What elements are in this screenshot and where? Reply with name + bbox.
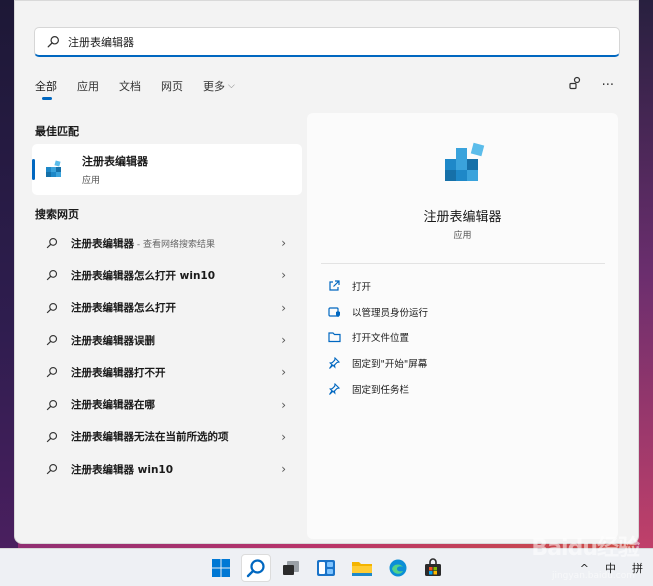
detail-app-name: 注册表编辑器 [423, 210, 502, 225]
registry-editor-icon [46, 159, 61, 177]
web-result-1[interactable]: 注册表编辑器怎么打开 win10 › [32, 259, 302, 291]
best-match-type: 应用 [82, 176, 101, 186]
chevron-right-icon: › [281, 397, 286, 412]
chevron-right-icon: › [281, 300, 286, 315]
store-icon[interactable] [418, 554, 448, 582]
search-input[interactable] [68, 35, 588, 48]
tab-more-label: 更多 [203, 80, 225, 93]
best-match-heading: 最佳匹配 [35, 125, 79, 138]
tab-more[interactable]: 更多 ⌵ [203, 78, 235, 94]
action-pin-to-start[interactable]: 固定到"开始"屏幕 [327, 350, 428, 376]
action-pin-to-taskbar[interactable]: 固定到任务栏 [327, 376, 428, 402]
chevron-right-icon: › [281, 268, 286, 283]
top-right-icons: ··· [568, 76, 614, 94]
tab-web[interactable]: 网页 [161, 78, 183, 94]
search-tabs: 全部 应用 文档 网页 更多 ⌵ [35, 78, 255, 100]
windows-start-icon[interactable] [206, 554, 236, 582]
web-result-6-text: 注册表编辑器无法在当前所选的项 [71, 431, 229, 444]
chevron-down-icon: ⌵ [228, 81, 235, 91]
action-open[interactable]: 打开 [327, 273, 428, 299]
search-icon [47, 36, 59, 48]
watermark-logo: Baidu经验 [531, 536, 640, 561]
start-search-panel: 全部 应用 文档 网页 更多 ⌵ ··· 最佳匹配 注册表编辑器 应用 搜索网页 [14, 0, 639, 544]
web-result-text: 注册表编辑器 - 查看网络搜索结果 [71, 236, 215, 251]
edge-icon[interactable] [383, 554, 413, 582]
selection-accent [32, 159, 35, 180]
chevron-right-icon: › [281, 365, 286, 380]
open-icon [327, 279, 341, 293]
search-icon [46, 431, 58, 443]
web-result-1-text: 注册表编辑器怎么打开 win10 [71, 269, 216, 282]
pin-icon [327, 356, 341, 370]
best-match-item[interactable]: 注册表编辑器 应用 [32, 144, 302, 195]
pin-icon [327, 382, 341, 396]
web-result-3-text: 注册表编辑器误删 [71, 334, 155, 347]
web-result-7[interactable]: 注册表编辑器 win10 › [32, 453, 302, 485]
detail-pane: 注册表编辑器 应用 打开 以管理员身份运行 打开文件位置 固定到"开始"屏幕 固… [307, 113, 618, 539]
search-icon [46, 464, 58, 475]
search-icon [46, 367, 58, 378]
web-result-4-text: 注册表编辑器打不开 [71, 366, 166, 379]
tab-apps[interactable]: 应用 [77, 78, 99, 94]
more-icon[interactable]: ··· [602, 78, 614, 93]
search-icon [46, 399, 58, 410]
web-result-7-text: 注册表编辑器 win10 [71, 463, 174, 476]
search-icon[interactable] [241, 554, 271, 582]
search-icon [46, 334, 58, 346]
search-icon [46, 302, 58, 314]
web-result-0[interactable]: 注册表编辑器 - 查看网络搜索结果 › [32, 227, 302, 259]
tab-all[interactable]: 全部 [35, 78, 57, 100]
search-icon [46, 238, 58, 249]
action-pin-to-start-label: 固定到"开始"屏幕 [352, 359, 428, 371]
action-open-file-location[interactable]: 打开文件位置 [327, 325, 428, 351]
task-view-icon[interactable] [276, 554, 306, 582]
chevron-right-icon: › [281, 236, 286, 251]
action-open-file-location-label: 打开文件位置 [352, 333, 410, 345]
web-result-5[interactable]: 注册表编辑器在哪 › [32, 388, 302, 420]
folder-icon [327, 330, 341, 344]
registry-editor-large-icon [445, 142, 485, 181]
action-open-label: 打开 [352, 281, 372, 293]
chevron-right-icon: › [281, 462, 286, 477]
web-result-0-sub: - 查看网络搜索结果 [134, 239, 215, 250]
file-explorer-icon[interactable] [347, 554, 377, 582]
web-search-list: 注册表编辑器 - 查看网络搜索结果 › 注册表编辑器怎么打开 win10 › 注… [32, 227, 302, 485]
action-run-as-admin-label: 以管理员身份运行 [352, 307, 429, 319]
chevron-right-icon: › [281, 429, 286, 444]
detail-divider [321, 263, 605, 264]
web-search-heading: 搜索网页 [35, 208, 79, 221]
web-result-0-text: 注册表编辑器 [71, 237, 134, 250]
action-run-as-admin[interactable]: 以管理员身份运行 [327, 299, 428, 325]
best-match-name: 注册表编辑器 [82, 155, 148, 168]
web-result-4[interactable]: 注册表编辑器打不开 › [32, 356, 302, 388]
watermark-url: jingyan.baidu.com [551, 571, 635, 581]
search-icon [46, 270, 58, 281]
web-result-5-text: 注册表编辑器在哪 [71, 399, 155, 412]
search-box[interactable] [34, 27, 620, 57]
web-result-2[interactable]: 注册表编辑器怎么打开 › [32, 292, 302, 324]
share-icon[interactable] [568, 76, 582, 94]
chevron-right-icon: › [281, 333, 286, 348]
web-result-6[interactable]: 注册表编辑器无法在当前所选的项 › [32, 421, 302, 453]
detail-actions: 打开 以管理员身份运行 打开文件位置 固定到"开始"屏幕 固定到任务栏 [327, 273, 428, 402]
detail-app-type: 应用 [453, 231, 472, 241]
action-pin-to-taskbar-label: 固定到任务栏 [352, 385, 410, 397]
admin-icon [327, 305, 341, 319]
widgets-icon[interactable] [311, 554, 341, 582]
tab-documents[interactable]: 文档 [119, 78, 141, 94]
web-result-3[interactable]: 注册表编辑器误删 › [32, 324, 302, 356]
web-result-2-text: 注册表编辑器怎么打开 [71, 302, 176, 315]
